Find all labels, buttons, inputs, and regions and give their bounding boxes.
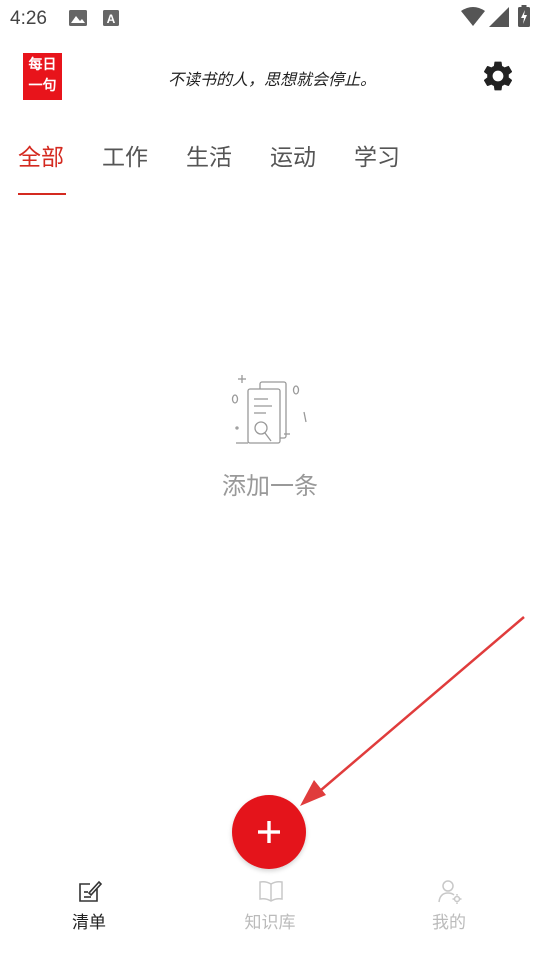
tab-sports[interactable]: 运动: [270, 138, 316, 172]
user-settings-icon: [438, 880, 462, 904]
nav-checklist[interactable]: 清单: [39, 872, 139, 942]
nav-label-knowledge-base: 知识库: [244, 913, 296, 933]
nav-label-checklist: 清单: [72, 913, 106, 933]
tab-life[interactable]: 生活: [186, 138, 232, 172]
add-item-button[interactable]: [232, 795, 306, 869]
svg-text:A: A: [107, 12, 116, 26]
nav-knowledge-base[interactable]: 知识库: [220, 872, 320, 942]
settings-gear-icon[interactable]: [480, 58, 516, 94]
app-logo: 每日 一句: [23, 53, 62, 100]
tab-study[interactable]: 学习: [354, 138, 400, 172]
logo-line-2: 一句: [28, 78, 57, 94]
daily-quote: 不读书的人，思想就会停止。: [168, 70, 377, 89]
image-notification-icon: [69, 10, 87, 26]
active-tab-indicator: [18, 193, 66, 195]
tab-all[interactable]: 全部: [18, 138, 64, 172]
status-time: 4:26: [10, 8, 47, 29]
logo-line-1: 每日: [28, 57, 57, 73]
checklist-icon: [79, 880, 103, 902]
wifi-icon: [461, 7, 485, 26]
tab-work[interactable]: 工作: [102, 138, 148, 172]
status-bar: 4:26 A: [0, 0, 540, 38]
book-icon: [259, 881, 283, 902]
bottom-navigation: 清单 知识库 我的: [0, 872, 540, 960]
empty-state-label: 添加一条: [222, 472, 318, 500]
empty-document-illustration-icon: [231, 375, 307, 444]
plus-icon: [258, 821, 280, 843]
cell-signal-icon: [489, 7, 509, 27]
battery-charging-icon: [518, 5, 530, 27]
nav-label-profile: 我的: [432, 913, 466, 933]
nav-profile[interactable]: 我的: [399, 872, 499, 942]
category-tabs: 全部 工作 生活 运动 学习: [0, 138, 540, 198]
font-notification-icon: A: [103, 10, 119, 26]
